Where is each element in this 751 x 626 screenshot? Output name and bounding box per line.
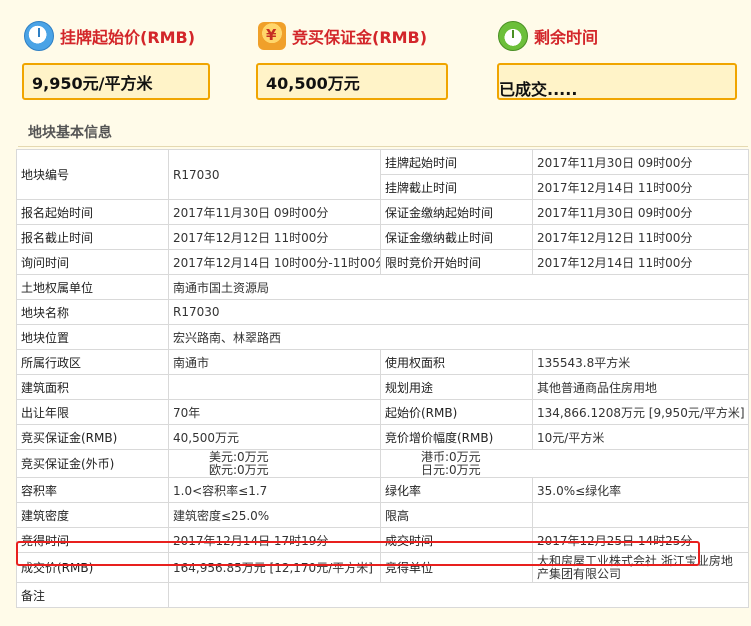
reg-start-value: 2017年11月30日 09时00分 — [168, 199, 381, 225]
list-start-label: 挂牌起始时间 — [380, 149, 533, 175]
list-end-label: 挂牌截止时间 — [380, 174, 533, 200]
reg-end-value: 2017年12月12日 11时00分 — [168, 224, 381, 250]
table-row: 地块位置 宏兴路南、林翠路西 — [16, 324, 749, 350]
deal-price-label: 成交价(RMB) — [16, 552, 169, 583]
inquiry-value: 2017年12月14日 10时00分-11时00分 — [168, 249, 381, 275]
table-row: 报名截止时间 2017年12月12日 11时00分 保证金缴纳截止时间 2017… — [16, 224, 749, 250]
start-price-label: 挂牌起始价(RMB) — [60, 28, 196, 47]
district-value: 南通市 — [168, 349, 381, 375]
use-area-label: 使用权面积 — [380, 349, 533, 375]
table-row: 成交价(RMB) 164,956.85万元 [12,170元/平方米] 竞得单位… — [16, 552, 749, 583]
winner-value: 大和房屋工业株式会社 浙江宝业房地产集团有限公司 — [532, 552, 749, 583]
usd-value: 美元:0万元 — [209, 449, 269, 464]
table-row: 竞买保证金(RMB) 40,500万元 竞价增价幅度(RMB) 10元/平方米 — [16, 424, 749, 450]
deposit-fx-values-2: 港币:0万元 日元:0万元 — [380, 449, 749, 478]
plot-info-table: 地块编号 R17030 挂牌起始时间 2017年11月30日 09时00分 挂牌… — [16, 149, 749, 608]
table-row: 竞得时间 2017年12月14日 17时19分 成交时间 2017年12月25日… — [16, 527, 749, 553]
remaining-label: 剩余时间 — [534, 28, 599, 47]
dep-end-label: 保证金缴纳截止时间 — [380, 224, 533, 250]
inquiry-label: 询问时间 — [16, 249, 169, 275]
years-value: 70年 — [168, 399, 381, 425]
table-row: 报名起始时间 2017年11月30日 09时00分 保证金缴纳起始时间 2017… — [16, 199, 749, 225]
height-limit-label: 限高 — [380, 502, 533, 528]
table-row: 备注 — [16, 582, 749, 608]
start-price-row-label: 起始价(RMB) — [380, 399, 533, 425]
deal-price-value: 164,956.85万元 [12,170元/平方米] — [168, 552, 381, 583]
table-row: 建筑面积 规划用途 其他普通商品住房用地 — [16, 374, 749, 400]
dep-start-label: 保证金缴纳起始时间 — [380, 199, 533, 225]
dep-end-value: 2017年12月12日 11时00分 — [532, 224, 749, 250]
density-label: 建筑密度 — [16, 502, 169, 528]
start-price-row-value: 134,866.1208万元 [9,950元/平方米] — [532, 399, 749, 425]
far-value: 1.0<容积率≤1.7 — [168, 477, 381, 503]
deposit-label: 竞买保证金(RMB) — [292, 28, 428, 47]
increment-label: 竞价增价幅度(RMB) — [380, 424, 533, 450]
purpose-label: 规划用途 — [380, 374, 533, 400]
deal-time-value: 2017年12月25日 14时25分 — [532, 527, 749, 553]
win-time-label: 竞得时间 — [16, 527, 169, 553]
owner-label: 土地权属单位 — [16, 274, 169, 300]
summary-header: 挂牌起始价(RMB) 竞买保证金(RMB) 剩余时间 9,950元/平方米 40… — [0, 0, 751, 118]
deposit-rmb-label: 竞买保证金(RMB) — [16, 424, 169, 450]
green-label: 绿化率 — [380, 477, 533, 503]
bid-start-value: 2017年12月14日 11时00分 — [532, 249, 749, 275]
win-time-value: 2017年12月14日 17时19分 — [168, 527, 381, 553]
deposit-fx-values: 美元:0万元 欧元:0万元 — [168, 449, 381, 478]
purpose-value: 其他普通商品住房用地 — [532, 374, 749, 400]
section-title: 地块基本信息 — [28, 125, 112, 141]
plot-name-label: 地块名称 — [16, 299, 169, 325]
deposit-box: 40,500万元 — [256, 63, 448, 100]
money-icon — [258, 22, 286, 50]
list-start-value: 2017年11月30日 09时00分 — [532, 149, 749, 175]
remaining-box: 已成交..... — [497, 63, 737, 100]
far-label: 容积率 — [16, 477, 169, 503]
table-row: 土地权属单位 南通市国土资源局 — [16, 274, 749, 300]
location-label: 地块位置 — [16, 324, 169, 350]
green-value: 35.0%≤绿化率 — [532, 477, 749, 503]
owner-value: 南通市国土资源局 — [168, 274, 749, 300]
start-price-header: 挂牌起始价(RMB) — [24, 20, 195, 52]
district-label: 所属行政区 — [16, 349, 169, 375]
plot-no-value: R17030 — [168, 149, 381, 200]
list-end-value: 2017年12月14日 11时00分 — [532, 174, 749, 200]
density-value: 建筑密度≤25.0% — [168, 502, 381, 528]
hkd-value: 港币:0万元 — [421, 449, 481, 464]
dep-start-value: 2017年11月30日 09时00分 — [532, 199, 749, 225]
reg-end-label: 报名截止时间 — [16, 224, 169, 250]
deposit-fx-label: 竞买保证金(外币) — [16, 449, 169, 478]
years-label: 出让年限 — [16, 399, 169, 425]
use-area-value: 135543.8平方米 — [532, 349, 749, 375]
table-row: 建筑密度 建筑密度≤25.0% 限高 — [16, 502, 749, 528]
table-row: 询问时间 2017年12月14日 10时00分-11时00分 限时竞价开始时间 … — [16, 249, 749, 275]
remark-value — [168, 582, 749, 608]
section-divider — [18, 146, 748, 147]
table-row: 地块编号 R17030 挂牌起始时间 2017年11月30日 09时00分 — [16, 149, 749, 200]
alarm-clock-icon — [498, 21, 528, 51]
deal-time-label: 成交时间 — [380, 527, 533, 553]
jpy-value: 日元:0万元 — [421, 462, 481, 477]
remark-label: 备注 — [16, 582, 169, 608]
clock-icon — [24, 21, 54, 51]
deposit-header: 竞买保证金(RMB) — [258, 20, 427, 52]
plot-name-value: R17030 — [168, 299, 749, 325]
reg-start-label: 报名起始时间 — [16, 199, 169, 225]
deposit-rmb-value: 40,500万元 — [168, 424, 381, 450]
winner-label: 竞得单位 — [380, 552, 533, 583]
build-area-value — [168, 374, 381, 400]
table-row: 地块名称 R17030 — [16, 299, 749, 325]
eur-value: 欧元:0万元 — [209, 462, 269, 477]
plot-no-label: 地块编号 — [16, 149, 169, 200]
table-row: 容积率 1.0<容积率≤1.7 绿化率 35.0%≤绿化率 — [16, 477, 749, 503]
remaining-header: 剩余时间 — [498, 20, 598, 52]
table-row: 出让年限 70年 起始价(RMB) 134,866.1208万元 [9,950元… — [16, 399, 749, 425]
location-value: 宏兴路南、林翠路西 — [168, 324, 749, 350]
height-limit-value — [532, 502, 749, 528]
bid-start-label: 限时竞价开始时间 — [380, 249, 533, 275]
build-area-label: 建筑面积 — [16, 374, 169, 400]
start-price-box: 9,950元/平方米 — [22, 63, 210, 100]
table-row: 所属行政区 南通市 使用权面积 135543.8平方米 — [16, 349, 749, 375]
increment-value: 10元/平方米 — [532, 424, 749, 450]
table-row: 竞买保证金(外币) 美元:0万元 欧元:0万元 港币:0万元 日元:0万元 — [16, 449, 749, 478]
